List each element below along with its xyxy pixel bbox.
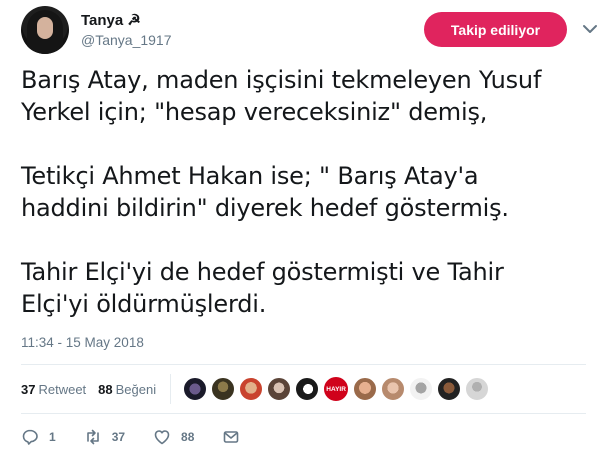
retweet-stat-count: 37: [21, 381, 36, 397]
reply-button[interactable]: 1: [21, 428, 56, 446]
tweet-text: Barış Atay, maden işçisini tekmeleyen Yu…: [21, 66, 542, 318]
tweet-actions: 1 37 88: [21, 427, 268, 447]
liker-avatars: HAYIR: [183, 376, 493, 402]
tweet-header: Tanya ☭ @Tanya_1917 Takip ediliyor: [21, 6, 597, 56]
like-stat[interactable]: 88 Beğeni: [98, 382, 156, 397]
following-button[interactable]: Takip ediliyor: [424, 12, 567, 47]
user-handle[interactable]: @Tanya_1917: [81, 32, 172, 48]
avatar[interactable]: [21, 6, 69, 54]
retweet-count: 37: [111, 430, 126, 444]
divider: [21, 413, 586, 414]
like-stat-count: 88: [98, 381, 113, 397]
liker-avatar[interactable]: [437, 377, 462, 401]
retweet-icon: [86, 429, 99, 445]
reply-icon: [22, 429, 38, 445]
liker-avatar[interactable]: [267, 377, 292, 401]
message-icon: [224, 431, 239, 443]
hayir-badge-text: HAYIR: [326, 385, 346, 393]
heart-icon: [154, 430, 170, 445]
stats-separator: [170, 374, 172, 404]
liker-avatar[interactable]: [239, 377, 264, 401]
liker-avatar-hayir[interactable]: HAYIR: [323, 376, 350, 402]
tweet-stats: 37 Retweet 88 Beğeni HAYIR: [21, 372, 493, 406]
tweet-timestamp[interactable]: 11:34 - 15 May 2018: [21, 335, 144, 350]
liker-avatar[interactable]: [353, 377, 378, 401]
liker-avatar[interactable]: [183, 377, 208, 401]
retweet-stat-label: Retweet: [38, 381, 87, 397]
like-count: 88: [181, 430, 195, 444]
liker-avatar[interactable]: [381, 377, 406, 401]
like-stat-label: Beğeni: [115, 381, 157, 397]
direct-message-button[interactable]: [222, 428, 240, 446]
liker-avatar[interactable]: [465, 377, 490, 401]
liker-avatar[interactable]: [295, 377, 320, 401]
liker-avatar[interactable]: [211, 377, 236, 401]
retweet-button[interactable]: 37: [84, 428, 125, 446]
reply-count: 1: [49, 430, 56, 444]
display-name[interactable]: Tanya ☭: [81, 11, 141, 29]
divider: [21, 364, 586, 365]
retweet-stat[interactable]: 37 Retweet: [21, 382, 86, 397]
chevron-down-icon[interactable]: [581, 20, 599, 38]
liker-avatar[interactable]: [409, 377, 434, 401]
like-button[interactable]: 88: [153, 428, 194, 446]
